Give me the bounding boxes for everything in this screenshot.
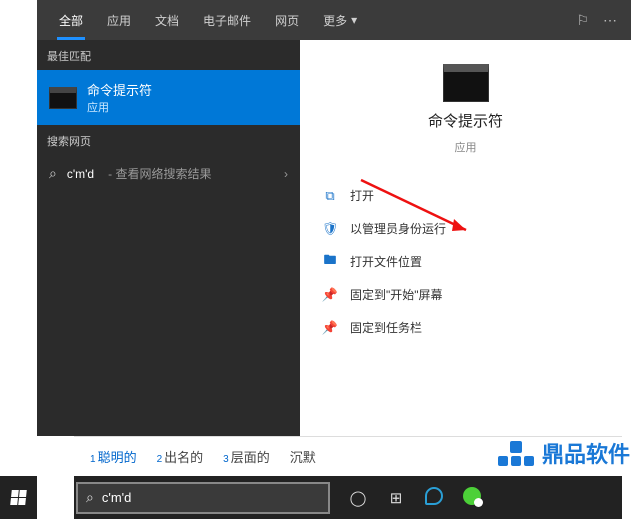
tab-all[interactable]: 全部 [47, 0, 95, 40]
wechat-icon[interactable] [462, 487, 482, 509]
chevron-right-icon: › [284, 167, 288, 181]
admin-shield-icon: 🛡 [322, 221, 338, 237]
candidate-1[interactable]: 1聪明的 [90, 447, 137, 466]
cmd-icon [49, 87, 77, 109]
search-input[interactable] [102, 490, 320, 505]
action-pin-to-start[interactable]: 📌 固定到"开始"屏幕 [320, 280, 611, 309]
action-run-as-admin[interactable]: 🛡 以管理员身份运行 [320, 214, 611, 243]
preview-title: 命令提示符 [428, 110, 503, 131]
best-match-header: 最佳匹配 [37, 40, 300, 70]
pin-taskbar-icon: 📌 [322, 320, 338, 336]
pin-start-icon: 📌 [322, 287, 338, 303]
tab-apps[interactable]: 应用 [95, 0, 143, 40]
results-pane: 最佳匹配 命令提示符 应用 搜索网页 ⌕ c'm'd - 查看网络搜索结果 › [37, 40, 300, 436]
open-icon: ⧉ [322, 188, 338, 204]
action-pin-to-taskbar[interactable]: 📌 固定到任务栏 [320, 313, 611, 342]
web-search-item[interactable]: ⌕ c'm'd - 查看网络搜索结果 › [37, 155, 300, 192]
search-icon: ⌕ [86, 489, 94, 506]
search-web-header: 搜索网页 [37, 125, 300, 155]
search-filter-tabs: 全部 应用 文档 电子邮件 网页 更多 ▾ ⚐ ⋯ [37, 0, 631, 40]
watermark-logo-icon [498, 441, 534, 466]
result-command-prompt[interactable]: 命令提示符 应用 [37, 70, 300, 125]
watermark: 鼎品软件 [498, 437, 630, 469]
web-hint: - 查看网络搜索结果 [108, 165, 211, 182]
web-query: c'm'd [67, 167, 94, 181]
preview-subtitle: 应用 [455, 139, 477, 155]
candidate-4[interactable]: 沉默 [290, 447, 316, 466]
start-button[interactable] [0, 476, 37, 519]
task-view-icon[interactable]: ⊞ [386, 489, 406, 507]
chevron-down-icon: ▾ [351, 13, 357, 27]
windows-logo-icon [10, 490, 27, 505]
feedback-icon[interactable]: ⚐ [576, 12, 589, 29]
more-options-icon[interactable]: ⋯ [603, 12, 617, 29]
folder-icon: 🖿 [322, 254, 338, 270]
taskbar-search[interactable]: ⌕ [76, 482, 330, 514]
result-title: 命令提示符 [87, 80, 152, 99]
taskbar: ⌕ ◯ ⊞ [74, 476, 622, 519]
cortana-icon[interactable]: ◯ [348, 489, 368, 507]
tab-documents[interactable]: 文档 [143, 0, 191, 40]
candidate-3[interactable]: 3层面的 [223, 447, 270, 466]
tab-web[interactable]: 网页 [263, 0, 311, 40]
search-icon: ⌕ [49, 165, 57, 182]
tab-more[interactable]: 更多 ▾ [311, 0, 369, 40]
candidate-2[interactable]: 2出名的 [157, 447, 204, 466]
action-open-file-location[interactable]: 🖿 打开文件位置 [320, 247, 611, 276]
edge-icon[interactable] [424, 487, 444, 509]
action-open[interactable]: ⧉ 打开 [320, 181, 611, 210]
result-subtitle: 应用 [87, 99, 152, 115]
cmd-preview-icon [443, 64, 489, 102]
tab-email[interactable]: 电子邮件 [191, 0, 263, 40]
preview-pane: 命令提示符 应用 ⧉ 打开 🛡 以管理员身份运行 🖿 打开文件 [300, 40, 631, 436]
